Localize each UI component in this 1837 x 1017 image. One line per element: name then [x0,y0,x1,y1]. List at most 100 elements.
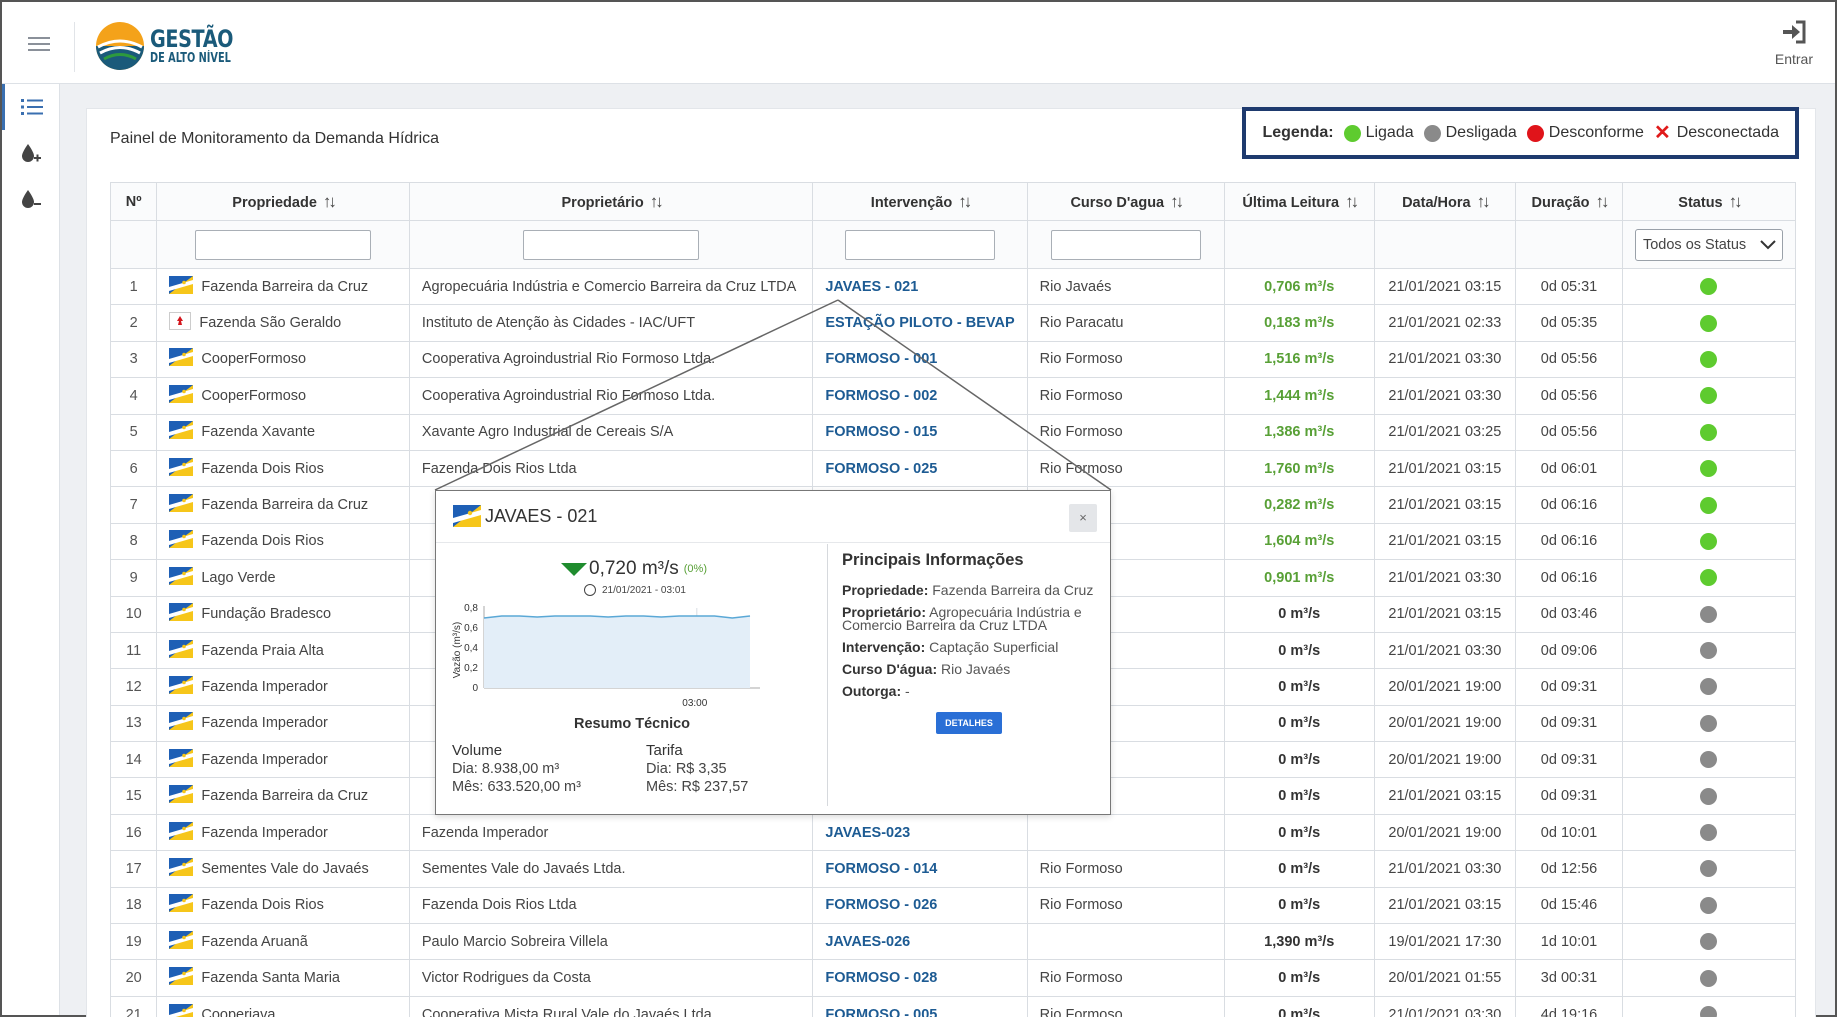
cell-intervencao-link[interactable]: FORMOSO - 028 [812,959,1028,997]
y-tick-label: 0 [472,683,478,694]
filter-propriedade-input[interactable] [195,229,372,260]
filter-curso-input[interactable] [1050,229,1201,260]
propriedade-text: Fazenda Barreira da Cruz [201,787,369,804]
table-row[interactable]: 16 Fazenda Imperador Fazenda Imperador JAVA… [109,813,1797,852]
propriedade-text: Fazenda Aruanã [201,933,308,950]
rail-drop-minus[interactable] [2,176,59,222]
cell-intervencao-link[interactable]: FORMOSO - 001 [812,340,1028,379]
propriedade-text: CooperFormoso [201,387,307,404]
cell-status [1621,886,1797,925]
cell-num: 19 [109,923,158,961]
table-row[interactable]: 3 CooperFormoso Cooperativa Agroindustrial… [109,340,1797,379]
rail-drop-plus[interactable] [2,130,59,176]
cell-intervencao-link[interactable]: FORMOSO - 005 [812,995,1028,1017]
popup-info-section: Principais Informações Propriedade: Faze… [842,551,1104,734]
legend-label-desconforme: Desconforme [1548,124,1644,141]
x-tick-label: 03:00 [682,698,707,709]
cell-intervencao-link[interactable]: JAVAES-023 [812,813,1028,852]
cell-leitura: 1,604 m³/s [1223,522,1375,561]
down-arrow-icon [561,562,587,576]
cell-datahora: 21/01/2021 03:15 [1373,522,1517,561]
cell-duracao: 0d 06:16 [1515,486,1623,524]
table-row[interactable]: 5 Fazenda Xavante Xavante Agro Industrial … [109,413,1797,451]
cell-proprietario: Sementes Vale do Javaés Ltda. [408,850,814,888]
cell-duracao: 0d 03:46 [1515,595,1623,633]
sort-icon[interactable]: ↑↓ [1477,192,1491,212]
summary-title: Resumo Técnico [573,716,691,732]
filter-intervencao-input[interactable] [845,229,995,260]
status-filter-value: Todos os Status [1642,236,1747,253]
cell-num: 8 [109,522,158,561]
cell-status [1621,449,1797,488]
volume-summary: Volume Dia: 8.938,00 m³ Mês: 633.520,00 … [452,742,581,796]
sort-icon[interactable]: ↑↓ [1729,192,1743,212]
state-flag-icon [453,505,481,527]
cell-datahora: 20/01/2021 19:00 [1373,813,1517,852]
col-header-datahora[interactable]: Data/Hora ↑↓ [1373,182,1517,221]
state-flag-icon [169,275,194,294]
cell-status [1621,813,1797,852]
legend: Legenda: Ligada Desligada Desconforme ✕ … [1242,107,1799,159]
logo[interactable]: GESTÃO DE ALTO NÍVEL [94,20,258,72]
sort-icon[interactable]: ↑↓ [323,192,337,212]
flow-area [484,616,750,688]
sort-icon[interactable]: ↑↓ [1345,192,1359,212]
table-row[interactable]: 21 Cooperjava Cooperativa Mista Rural Vale… [109,995,1797,1017]
side-rail [2,84,60,1015]
cell-duracao: 0d 05:35 [1515,304,1623,342]
table-row[interactable]: 1 Fazenda Barreira da Cruz Agropecuária In… [109,267,1797,306]
table-row[interactable]: 4 CooperFormoso Cooperativa Agroindustrial… [109,377,1797,415]
cell-intervencao-link[interactable]: JAVAES-026 [812,923,1028,961]
cell-intervencao-link[interactable]: FORMOSO - 014 [812,850,1028,888]
cell-duracao: 0d 06:16 [1515,522,1623,561]
filter-proprietario-input[interactable] [523,229,700,260]
table-row[interactable]: 6 Fazenda Dois Rios Fazenda Dois Rios Ltda… [109,449,1797,488]
top-bar: GESTÃO DE ALTO NÍVEL Entrar [2,2,1835,84]
cell-status [1621,668,1797,706]
col-header-leitura[interactable]: Última Leitura ↑↓ [1223,182,1375,221]
cell-num: 4 [109,377,158,415]
cell-propriedade: Fazenda Dois Rios [156,522,410,561]
status-filter-select[interactable]: Todos os Status [1634,228,1783,261]
sort-icon[interactable]: ↑↓ [1170,192,1184,212]
col-header-propriedade[interactable]: Propriedade ↑↓ [156,182,410,221]
table-row[interactable]: 17 Sementes Vale do Javaés Sementes Vale d… [109,850,1797,888]
cell-intervencao-link[interactable]: JAVAES - 021 [812,267,1028,306]
status-dot-icon [1700,642,1718,660]
cell-intervencao-link[interactable]: FORMOSO - 002 [812,377,1028,415]
current-reading: 0,720 m³/s (0%) [561,558,707,580]
state-flag-icon [169,894,194,913]
cell-datahora: 20/01/2021 19:00 [1373,668,1517,706]
details-button[interactable]: DETALHES [936,712,1002,734]
state-flag-icon [169,748,194,767]
table-row[interactable]: 18 Fazenda Dois Rios Fazenda Dois Rios Ltd… [109,886,1797,925]
col-header-duracao[interactable]: Duração ↑↓ [1515,182,1623,221]
cell-intervencao-link[interactable]: ESTAÇÃO PILOTO - BEVAP [812,304,1028,342]
cell-intervencao-link[interactable]: FORMOSO - 015 [812,413,1028,451]
status-dot-icon [1700,896,1718,914]
state-flag-icon [169,566,194,585]
table-row[interactable]: 19 Fazenda Aruanã Paulo Marcio Sobreira Vi… [109,923,1797,961]
cell-propriedade: Fazenda Dois Rios [156,886,410,925]
col-header-status[interactable]: Status ↑↓ [1621,182,1797,221]
col-header-intervencao[interactable]: Intervenção ↑↓ [812,182,1028,221]
table-row[interactable]: 20 Fazenda Santa Maria Victor Rodrigues da… [109,959,1797,997]
clock-icon [584,584,596,596]
table-row[interactable]: 2 Fazenda São Geraldo Instituto de Atenção… [109,304,1797,342]
cell-intervencao-link[interactable]: FORMOSO - 026 [812,886,1028,925]
cell-status [1621,923,1797,961]
status-dot-icon [1700,460,1718,478]
login-button[interactable]: Entrar [1775,20,1813,67]
menu-icon[interactable] [28,37,50,51]
sort-icon[interactable]: ↑↓ [958,192,972,212]
cell-intervencao-link[interactable]: FORMOSO - 025 [812,449,1028,488]
cell-duracao: 0d 05:56 [1515,340,1623,379]
propriedade-text: Fazenda Santa Maria [201,969,340,986]
close-button[interactable]: × [1069,504,1097,532]
sort-icon[interactable]: ↑↓ [650,192,664,212]
col-header-proprietario[interactable]: Proprietário ↑↓ [408,182,814,221]
rail-list[interactable] [2,84,59,130]
cell-status [1621,704,1797,743]
sort-icon[interactable]: ↑↓ [1596,192,1610,212]
col-header-curso[interactable]: Curso D'agua ↑↓ [1026,182,1225,221]
